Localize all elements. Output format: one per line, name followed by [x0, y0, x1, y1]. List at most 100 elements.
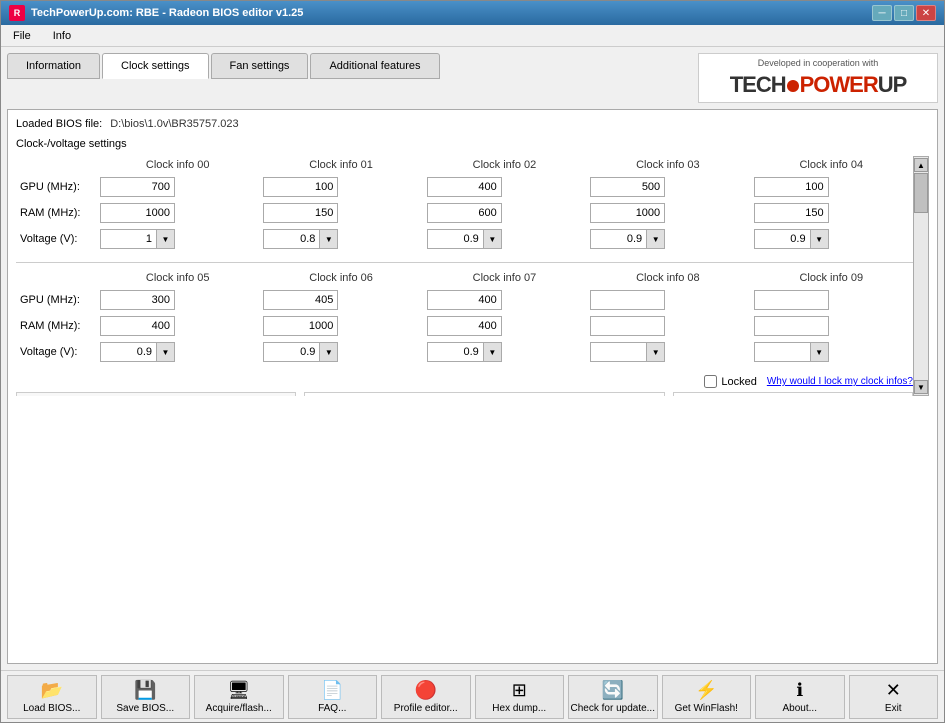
tab-fan-settings[interactable]: Fan settings — [211, 53, 309, 79]
voltage-input-00[interactable] — [101, 232, 156, 246]
voltage-arrow-02[interactable]: ▼ — [483, 230, 501, 248]
profile-editor-button[interactable]: 🔴 Profile editor... — [381, 675, 471, 719]
logo-dot-icon — [787, 80, 799, 92]
voltage-input-09[interactable] — [755, 345, 810, 359]
gpu-01[interactable] — [263, 177, 338, 197]
voltage-input-07[interactable] — [428, 345, 483, 359]
tab-information[interactable]: Information — [7, 53, 100, 79]
hex-dump-icon: ⊞ — [512, 680, 527, 701]
gpu-05[interactable] — [100, 290, 175, 310]
voltage-input-06[interactable] — [264, 345, 319, 359]
sv-arrow-down[interactable]: ▼ — [914, 380, 928, 394]
clock-scrollbar[interactable]: ▲ ▼ — [913, 156, 929, 396]
gpu-03[interactable] — [590, 177, 665, 197]
tab-bar: Information Clock settings Fan settings … — [7, 53, 440, 79]
get-winflash-button[interactable]: ⚡ Get WinFlash! — [662, 675, 752, 719]
voltage-arrow-06[interactable]: ▼ — [319, 343, 337, 361]
voltage-select-09[interactable]: ▼ — [754, 342, 829, 362]
tab-clock-settings[interactable]: Clock settings — [102, 53, 208, 79]
get-winflash-icon: ⚡ — [695, 680, 717, 701]
maximize-button[interactable]: □ — [894, 5, 914, 21]
ram-07[interactable] — [427, 316, 502, 336]
top-section: Information Clock settings Fan settings … — [7, 53, 938, 103]
gpu-06[interactable] — [263, 290, 338, 310]
ram-05[interactable] — [100, 316, 175, 336]
voltage-arrow-05[interactable]: ▼ — [156, 343, 174, 361]
voltage-arrow-09[interactable]: ▼ — [810, 343, 828, 361]
load-bios-label: Load BIOS... — [23, 703, 80, 714]
lock-link[interactable]: Why would I lock my clock infos? — [767, 376, 913, 387]
locked-check-group: Locked — [704, 375, 756, 388]
minimize-button[interactable]: ─ — [872, 5, 892, 21]
gpu-07[interactable] — [427, 290, 502, 310]
voltage-select-01[interactable]: ▼ — [263, 229, 338, 249]
tab-additional-features[interactable]: Additional features — [310, 53, 439, 79]
voltage-input-01[interactable] — [264, 232, 319, 246]
voltage-arrow-03[interactable]: ▼ — [646, 230, 664, 248]
exit-button[interactable]: ✕ Exit — [849, 675, 939, 719]
about-button[interactable]: ℹ About... — [755, 675, 845, 719]
right-panel: Clock info modes used: mode 1 - 'low' 0 … — [673, 392, 913, 396]
gpu-09[interactable] — [754, 290, 829, 310]
voltage-arrow-08[interactable]: ▼ — [646, 343, 664, 361]
voltage-arrow-04[interactable]: ▼ — [810, 230, 828, 248]
voltage-arrow-00[interactable]: ▼ — [156, 230, 174, 248]
gpu-00[interactable] — [100, 177, 175, 197]
sv-arrow-up[interactable]: ▲ — [914, 158, 928, 172]
ram-09[interactable] — [754, 316, 829, 336]
voltage-select-00[interactable]: ▼ — [100, 229, 175, 249]
check-update-button[interactable]: 🔄 Check for update... — [568, 675, 658, 719]
techpowerup-logo: Developed in cooperation with TECHPOWERU… — [698, 53, 938, 103]
check-update-label: Check for update... — [571, 703, 656, 714]
load-bios-button[interactable]: 📂 Load BIOS... — [7, 675, 97, 719]
voltage-input-04[interactable] — [755, 232, 810, 246]
voltage-select-03[interactable]: ▼ — [590, 229, 665, 249]
locked-row: Locked Why would I lock my clock infos? — [16, 375, 913, 388]
voltage-arrow-01[interactable]: ▼ — [319, 230, 337, 248]
voltage-select-05[interactable]: ▼ — [100, 342, 175, 362]
ram-00[interactable] — [100, 203, 175, 223]
ram-04[interactable] — [754, 203, 829, 223]
voltage-select-08[interactable]: ▼ — [590, 342, 665, 362]
logo-up: UP — [878, 72, 907, 97]
locked-checkbox[interactable] — [704, 375, 717, 388]
voltage-select-07[interactable]: ▼ — [427, 342, 502, 362]
voltage-input-02[interactable] — [428, 232, 483, 246]
save-bios-label: Save BIOS... — [116, 703, 174, 714]
bios-file-row: Loaded BIOS file: D:\bios\1.0v\BR35757.0… — [16, 118, 929, 130]
faq-button[interactable]: 📄 FAQ... — [288, 675, 378, 719]
gpu-08[interactable] — [590, 290, 665, 310]
ram-03[interactable] — [590, 203, 665, 223]
profile-editor-label: Profile editor... — [394, 703, 458, 714]
hex-dump-button[interactable]: ⊞ Hex dump... — [475, 675, 565, 719]
sv-thumb[interactable] — [914, 173, 928, 213]
ram-01[interactable] — [263, 203, 338, 223]
exit-icon: ✕ — [886, 680, 901, 701]
main-panel: Loaded BIOS file: D:\bios\1.0v\BR35757.0… — [7, 109, 938, 664]
voltage-arrow-07[interactable]: ▼ — [483, 343, 501, 361]
gpu-02[interactable] — [427, 177, 502, 197]
voltage-select-06[interactable]: ▼ — [263, 342, 338, 362]
check-update-icon: 🔄 — [602, 680, 624, 701]
menu-file[interactable]: File — [7, 28, 37, 44]
developed-text: Developed in cooperation with — [709, 58, 927, 68]
sv-track — [914, 173, 928, 379]
close-button[interactable]: ✕ — [916, 5, 936, 21]
voltage-row-2: Voltage (V): ▼ — [16, 339, 913, 365]
menu-info[interactable]: Info — [47, 28, 77, 44]
clock-table-2: Clock info 05 Clock info 06 Clock info 0… — [16, 269, 913, 365]
save-bios-button[interactable]: 💾 Save BIOS... — [101, 675, 191, 719]
voltage-input-05[interactable] — [101, 345, 156, 359]
gpu-04[interactable] — [754, 177, 829, 197]
ram-06[interactable] — [263, 316, 338, 336]
voltage-select-04[interactable]: ▼ — [754, 229, 829, 249]
title-bar-left: R TechPowerUp.com: RBE - Radeon BIOS edi… — [9, 5, 303, 21]
ram-02[interactable] — [427, 203, 502, 223]
title-bar: R TechPowerUp.com: RBE - Radeon BIOS edi… — [1, 1, 944, 25]
voltage-input-08[interactable] — [591, 345, 646, 359]
ram-08[interactable] — [590, 316, 665, 336]
acquire-flash-button[interactable]: 🖥 Acquire/flash... — [194, 675, 284, 719]
voltage-select-02[interactable]: ▼ — [427, 229, 502, 249]
wizard-box[interactable]: 🧙 Clock tuning wizard (over-/underclocki… — [16, 392, 296, 396]
voltage-input-03[interactable] — [591, 232, 646, 246]
